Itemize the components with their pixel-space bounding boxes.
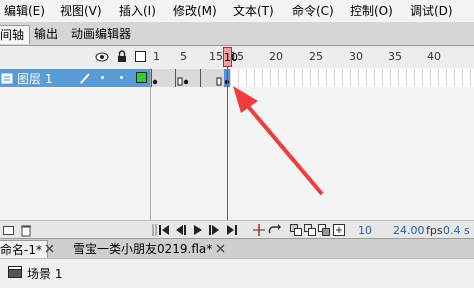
elapsed-time-readout[interactable]: 0.4 s (443, 224, 470, 237)
timeline-control-bar: 10 24.00 fps 0.4 s (0, 220, 474, 239)
onion-skin-outlines-icon[interactable] (304, 224, 316, 236)
trash-icon[interactable] (20, 223, 32, 237)
play-icon[interactable] (193, 225, 203, 235)
scene-label[interactable]: 场景 1 (27, 265, 62, 282)
go-to-first-frame-icon[interactable] (159, 225, 169, 235)
close-icon[interactable] (216, 244, 225, 253)
step-forward-icon[interactable] (209, 225, 220, 235)
current-frame-readout[interactable]: 10 (358, 224, 372, 237)
document-tab-fla[interactable]: 雪宝一类小朋友0219.fla* (68, 240, 217, 259)
new-layer-icon[interactable] (3, 225, 15, 235)
modify-markers-icon[interactable] (333, 224, 345, 236)
onion-skin-icon[interactable] (290, 224, 302, 236)
document-tab-untitled[interactable]: 命名-1* (0, 240, 48, 259)
scroll-handle-icon[interactable] (151, 224, 159, 236)
close-icon[interactable] (45, 244, 54, 253)
edit-multiple-frames-icon[interactable] (318, 224, 330, 236)
scene-bar: 场景 1 (0, 258, 474, 288)
go-to-last-frame-icon[interactable] (227, 225, 237, 235)
document-tab-bar: 命名-1* 雪宝一类小朋友0219.fla* (0, 238, 474, 259)
loop-icon[interactable] (268, 224, 282, 236)
center-frame-icon[interactable] (253, 224, 265, 236)
clapperboard-icon (8, 266, 22, 278)
fps-unit-label: fps (426, 224, 443, 237)
step-back-icon[interactable] (176, 225, 187, 235)
fps-readout[interactable]: 24.00 (393, 224, 425, 237)
